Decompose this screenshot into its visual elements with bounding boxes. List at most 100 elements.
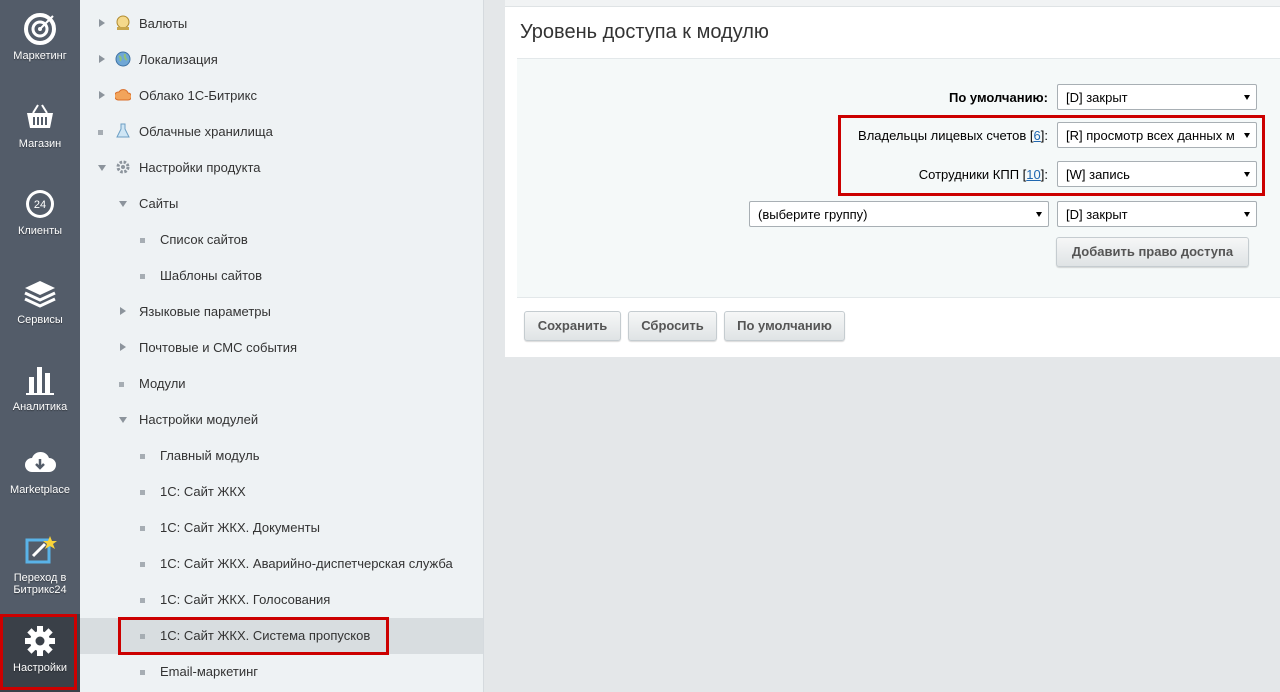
- owners-access-select[interactable]: [R] просмотр всех данных м: [1057, 122, 1257, 148]
- bullet-icon: [98, 130, 103, 135]
- tree-item-main-module[interactable]: Главный модуль: [80, 438, 483, 474]
- menu-marketing[interactable]: Маркетинг: [0, 12, 80, 62]
- tree-item-1c-zhkh-docs[interactable]: 1С: Сайт ЖКХ. Документы: [80, 510, 483, 546]
- menu-settings[interactable]: Настройки: [0, 614, 80, 692]
- expand-arrow-icon[interactable]: [120, 343, 126, 351]
- save-button[interactable]: Сохранить: [524, 311, 621, 341]
- globe-icon: [115, 51, 131, 67]
- group-label-owners: Владельцы лицевых счетов [6]:: [858, 128, 1048, 143]
- tree-item-mail-events[interactable]: Почтовые и СМС события: [80, 330, 483, 366]
- tree-item-1c-zhkh-voting[interactable]: 1С: Сайт ЖКХ. Голосования: [80, 582, 483, 618]
- basket-icon: [27, 104, 53, 128]
- tree-item-label: 1С: Сайт ЖКХ. Голосования: [160, 592, 331, 607]
- default-button[interactable]: По умолчанию: [724, 311, 845, 341]
- bullet-icon: [140, 274, 145, 279]
- bullet-icon: [140, 526, 145, 531]
- bar-chart-icon: [26, 367, 54, 395]
- target-icon: [24, 13, 56, 45]
- cloud-bitrix-icon: [115, 89, 131, 101]
- menu-bitrix24[interactable]: Переход в Битрикс24: [0, 534, 80, 596]
- tree-item-label: Настройки модулей: [139, 412, 259, 427]
- collapse-arrow-icon[interactable]: [119, 201, 127, 207]
- bullet-icon: [119, 382, 124, 387]
- tree-item-label: Email-маркетинг: [160, 664, 259, 679]
- tree-item-label: Главный модуль: [160, 448, 260, 463]
- tree-item-label: 1С: Сайт ЖКХ. Система пропусков: [160, 628, 371, 643]
- tree-item-1c-zhkh-emergency[interactable]: 1С: Сайт ЖКХ. Аварийно-диспетчерская слу…: [80, 546, 483, 582]
- tree-item-label: Облачные хранилища: [139, 124, 273, 139]
- left-menu-bar: Маркетинг Магазин 24 Клиенты Сервисы Ана…: [0, 0, 80, 692]
- tree-item-label: Валюты: [139, 16, 188, 31]
- bullet-icon: [140, 562, 145, 567]
- tree-item-label: Список сайтов: [160, 232, 248, 247]
- tree-item-cloud-storage[interactable]: Облачные хранилища: [80, 114, 483, 150]
- collapse-arrow-icon[interactable]: [98, 165, 106, 171]
- menu-bitrix24-label: Переход в Битрикс24: [13, 572, 67, 596]
- default-access-label: По умолчанию:: [948, 90, 1048, 105]
- menu-clients-label: Клиенты: [17, 225, 63, 237]
- tree-item-site-templates[interactable]: Шаблоны сайтов: [80, 258, 483, 294]
- menu-services[interactable]: Сервисы: [0, 276, 80, 326]
- tree-item-email-marketing[interactable]: Email-маркетинг: [80, 654, 483, 690]
- coin-icon: [116, 15, 130, 30]
- tree-item-label: Локализация: [139, 52, 218, 67]
- chevron-down-icon: [1244, 95, 1250, 100]
- flask-icon: [116, 123, 130, 138]
- bullet-icon: [140, 454, 145, 459]
- menu-shop-label: Магазин: [18, 138, 62, 150]
- select-value: [D] закрыт: [1066, 90, 1128, 105]
- tree-item-modules[interactable]: Модули: [80, 366, 483, 402]
- bullet-icon: [140, 598, 145, 603]
- chevron-down-icon: [1244, 172, 1250, 177]
- select-value: (выберите группу): [758, 207, 868, 222]
- page-title: Уровень доступа к модулю: [520, 21, 769, 43]
- tree-item-language-params[interactable]: Языковые параметры: [80, 294, 483, 330]
- tree-item-product-settings[interactable]: Настройки продукта: [80, 150, 483, 186]
- menu-marketplace[interactable]: Marketplace: [0, 446, 80, 496]
- tree-item-label: Настройки продукта: [139, 160, 261, 175]
- tree-item-label: Сайты: [139, 196, 179, 211]
- tree-item-cloud[interactable]: Облако 1С-Битрикс: [80, 78, 483, 114]
- menu-services-label: Сервисы: [17, 314, 63, 326]
- kpp-access-select[interactable]: [W] запись: [1057, 161, 1257, 187]
- add-access-right-button[interactable]: Добавить право доступа: [1056, 237, 1249, 267]
- tree-item-label: 1С: Сайт ЖКХ. Документы: [160, 520, 320, 535]
- chevron-down-icon: [1244, 212, 1250, 217]
- group-select[interactable]: (выберите группу): [749, 201, 1049, 227]
- tree-item-site-list[interactable]: Список сайтов: [80, 222, 483, 258]
- tree-item-module-settings[interactable]: Настройки модулей: [80, 402, 483, 438]
- tree-item-localization[interactable]: Локализация: [80, 42, 483, 78]
- expand-arrow-icon[interactable]: [120, 307, 126, 315]
- clients-24-icon: 24: [26, 190, 54, 218]
- group-count-link[interactable]: 6: [1034, 128, 1041, 143]
- collapse-arrow-icon[interactable]: [119, 417, 127, 423]
- menu-analytics[interactable]: Аналитика: [0, 363, 80, 413]
- expand-arrow-icon[interactable]: [99, 91, 105, 99]
- select-value: [W] запись: [1066, 167, 1130, 182]
- select-value: [R] просмотр всех данных м: [1066, 128, 1235, 143]
- menu-shop[interactable]: Магазин: [0, 100, 80, 150]
- content-top-strip: [505, 0, 1280, 7]
- expand-arrow-icon[interactable]: [99, 19, 105, 27]
- group-name: Сотрудники КПП: [918, 167, 1020, 182]
- tree-item-label: Модули: [139, 376, 186, 391]
- new-group-access-select[interactable]: [D] закрыт: [1057, 201, 1257, 227]
- menu-marketplace-label: Marketplace: [10, 484, 70, 496]
- reset-button[interactable]: Сбросить: [628, 311, 717, 341]
- tree-item-1c-zhkh[interactable]: 1С: Сайт ЖКХ: [80, 474, 483, 510]
- tree-item-currencies[interactable]: Валюты: [80, 6, 483, 42]
- expand-arrow-icon[interactable]: [99, 55, 105, 63]
- chevron-down-icon: [1244, 133, 1250, 138]
- tree-item-label: Шаблоны сайтов: [160, 268, 263, 283]
- tree-item-1c-zhkh-pass-system[interactable]: 1С: Сайт ЖКХ. Система пропусков: [80, 618, 483, 654]
- tree-item-sites[interactable]: Сайты: [80, 186, 483, 222]
- bullet-icon: [140, 670, 145, 675]
- group-count-link[interactable]: 10: [1026, 167, 1040, 182]
- menu-clients[interactable]: 24 Клиенты: [0, 187, 80, 237]
- settings-tree: Валюты Локализация Облако 1С-Битрикс Обл…: [80, 0, 484, 692]
- menu-settings-label: Настройки: [13, 662, 67, 674]
- chevron-down-icon: [1036, 212, 1042, 217]
- layers-icon: [24, 281, 56, 308]
- default-access-select[interactable]: [D] закрыт: [1057, 84, 1257, 110]
- bullet-icon: [140, 238, 145, 243]
